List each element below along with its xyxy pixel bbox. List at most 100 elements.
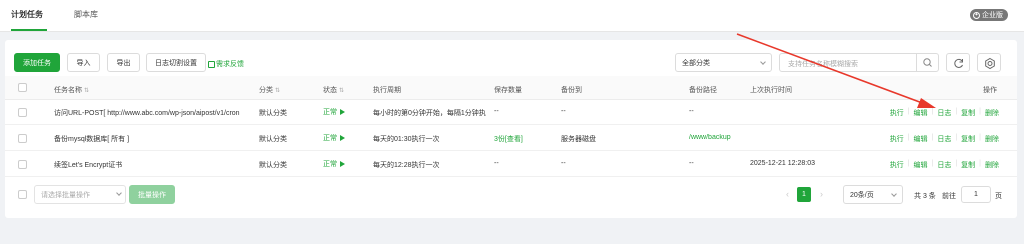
log-action[interactable]: 日志	[937, 160, 951, 170]
refresh-icon	[954, 58, 963, 68]
header-cycle: 执行周期	[373, 87, 401, 94]
table-header: 任务名称 分类 状态 执行周期 保存数量 备份到 备份路径 上次执行时间 操作	[5, 76, 1017, 100]
enterprise-label: 企业版	[982, 12, 1003, 19]
delete-action[interactable]: 删除	[985, 134, 999, 144]
prev-page-icon[interactable]: ‹	[782, 187, 793, 202]
divider: |	[931, 134, 934, 141]
gear-icon	[985, 57, 995, 70]
refresh-button[interactable]	[946, 53, 970, 72]
task-name: 续签Let's Encrypt证书	[54, 162, 123, 169]
divider: |	[907, 108, 910, 115]
header-name[interactable]: 任务名称	[54, 85, 89, 95]
copy-action[interactable]: 复制	[961, 160, 975, 170]
feedback-icon	[208, 60, 215, 68]
page-size-select[interactable]: 20条/页	[843, 185, 903, 204]
goto-page-input[interactable]: 1	[961, 186, 991, 203]
row-checkbox[interactable]	[18, 108, 27, 117]
settings-button[interactable]	[977, 53, 1001, 72]
task-backup-path[interactable]: /www/backup	[689, 134, 731, 141]
status-label: 正常	[323, 161, 337, 168]
batch-action-placeholder: 请选择批量操作	[41, 191, 90, 199]
current-page[interactable]: 1	[797, 187, 811, 202]
task-backup-to: --	[561, 160, 566, 167]
footer-select-all-checkbox[interactable]	[18, 190, 27, 199]
copy-action[interactable]: 复制	[961, 134, 975, 144]
task-panel: 添加任务 导入 导出 日志切割设置 需求反馈 全部分类 支持任务名称模糊搜索 任…	[5, 40, 1017, 218]
next-page-icon[interactable]: ›	[816, 187, 827, 202]
log-action[interactable]: 日志	[937, 134, 951, 144]
export-button[interactable]: 导出	[107, 53, 140, 72]
run-action[interactable]: 执行	[890, 108, 904, 118]
row-actions: 执行 | 编辑 | 日志 | 复制 | 删除	[890, 134, 999, 144]
divider: |	[955, 108, 958, 115]
top-tab-bar: 计划任务 脚本库 ✦ 企业版	[0, 0, 1024, 32]
status-label: 正常	[323, 109, 337, 116]
play-icon	[340, 109, 345, 115]
select-all-checkbox[interactable]	[18, 83, 27, 92]
add-task-button[interactable]: 添加任务	[14, 53, 60, 72]
header-ops: 操作	[983, 87, 997, 94]
task-backup-to: --	[561, 108, 566, 115]
task-backup-path: --	[689, 108, 694, 115]
task-keep: --	[494, 160, 499, 167]
enterprise-badge[interactable]: ✦ 企业版	[970, 9, 1008, 21]
chevron-down-icon	[760, 59, 766, 65]
import-button[interactable]: 导入	[67, 53, 100, 72]
tab-scheduled-tasks[interactable]: 计划任务	[11, 9, 43, 20]
divider: |	[931, 160, 934, 167]
enterprise-icon: ✦	[973, 11, 980, 19]
play-icon	[340, 161, 345, 167]
log-action[interactable]: 日志	[937, 108, 951, 118]
divider: |	[979, 134, 981, 141]
task-category: 默认分类	[259, 162, 287, 169]
divider: |	[955, 160, 958, 167]
status-label: 正常	[323, 135, 337, 142]
chevron-down-icon	[891, 191, 897, 197]
task-name: 备份mysql数据库[ 所有 ]	[54, 136, 130, 143]
table-row: 访问URL-POST[ http://www.abc.com/wp-json/a…	[5, 100, 1017, 125]
run-action[interactable]: 执行	[890, 134, 904, 144]
page-size-value: 20条/页	[850, 191, 874, 199]
batch-action-button[interactable]: 批量操作	[129, 185, 175, 204]
header-status[interactable]: 状态	[323, 85, 344, 95]
edit-action[interactable]: 编辑	[914, 160, 928, 170]
task-status[interactable]: 正常	[323, 107, 345, 117]
batch-action-select[interactable]: 请选择批量操作	[34, 185, 126, 204]
category-select[interactable]: 全部分类	[675, 53, 772, 72]
task-category: 默认分类	[259, 136, 287, 143]
task-keep: --	[494, 108, 499, 115]
chevron-down-icon	[113, 186, 125, 203]
delete-action[interactable]: 删除	[985, 108, 999, 118]
search-icon	[923, 58, 932, 67]
row-checkbox[interactable]	[18, 160, 27, 169]
divider: |	[979, 108, 981, 115]
task-backup-path: --	[689, 160, 694, 167]
row-actions: 执行 | 编辑 | 日志 | 复制 | 删除	[890, 160, 999, 170]
edit-action[interactable]: 编辑	[914, 108, 928, 118]
play-icon	[340, 135, 345, 141]
total-count: 共 3 条	[914, 193, 936, 200]
feedback-link[interactable]: 需求反馈	[208, 59, 244, 69]
feedback-label: 需求反馈	[216, 61, 244, 68]
task-cycle: 每天的01:30执行一次	[373, 136, 440, 143]
copy-action[interactable]: 复制	[961, 108, 975, 118]
task-category: 默认分类	[259, 110, 287, 117]
run-action[interactable]: 执行	[890, 160, 904, 170]
task-status[interactable]: 正常	[323, 133, 345, 143]
header-category[interactable]: 分类	[259, 85, 280, 95]
edit-action[interactable]: 编辑	[914, 134, 928, 144]
divider: |	[931, 108, 934, 115]
row-checkbox[interactable]	[18, 134, 27, 143]
task-search-input[interactable]: 支持任务名称模糊搜索	[779, 53, 939, 72]
tab-script-library[interactable]: 脚本库	[74, 9, 98, 20]
task-status[interactable]: 正常	[323, 159, 345, 169]
page-unit: 页	[995, 193, 1002, 200]
task-last-run: 2025-12-21 12:28:03	[750, 160, 815, 167]
divider: |	[907, 160, 910, 167]
search-button[interactable]	[916, 54, 938, 71]
log-rotate-settings-button[interactable]: 日志切割设置	[146, 53, 206, 72]
delete-action[interactable]: 删除	[985, 160, 999, 170]
task-keep[interactable]: 3份[查看]	[494, 134, 523, 144]
task-cycle: 每天的12:28执行一次	[373, 162, 440, 169]
category-select-value: 全部分类	[682, 59, 710, 67]
